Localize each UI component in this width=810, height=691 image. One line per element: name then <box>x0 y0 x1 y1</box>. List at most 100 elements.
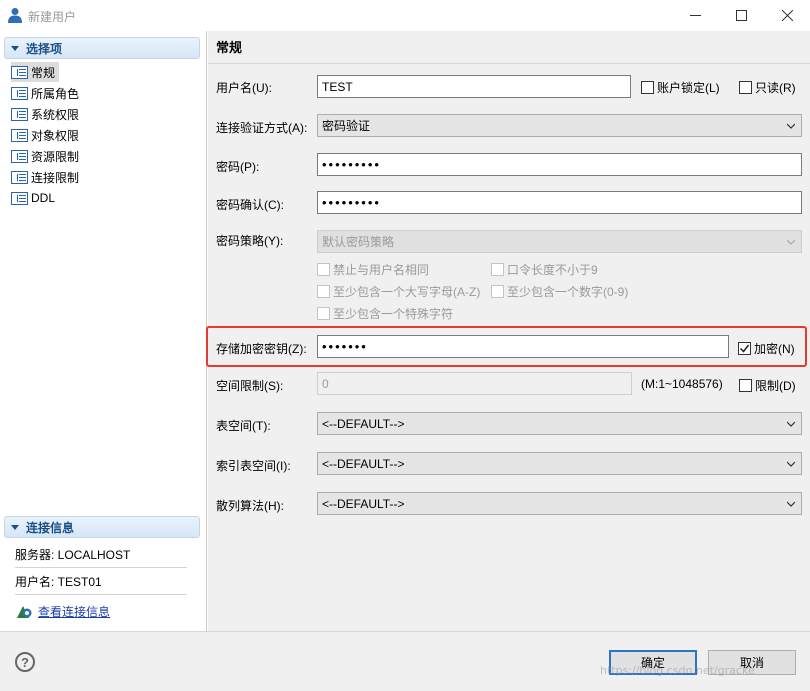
sidebar-item-object-privileges[interactable]: 对象权限 <box>11 125 79 145</box>
policy-uppercase-checkbox[interactable]: 至少包含一个大写字母(A-Z) <box>317 283 480 300</box>
checkbox-box <box>491 285 504 298</box>
index-tablespace-value: <--DEFAULT--> <box>322 456 405 471</box>
username-value: TEST <box>322 79 353 94</box>
sidebar-item-label: 常规 <box>31 65 56 80</box>
tablespace-select[interactable]: <--DEFAULT--> <box>317 412 802 435</box>
collapse-triangle-icon <box>11 524 19 530</box>
server-info: 服务器: LOCALHOST <box>15 541 187 568</box>
policy-option-label: 禁止与用户名相同 <box>333 263 430 277</box>
username-input[interactable]: TEST <box>317 75 631 98</box>
account-lock-label: 账户锁定(L) <box>657 81 720 95</box>
account-lock-checkbox[interactable]: 账户锁定(L) <box>641 79 720 96</box>
chevron-down-icon <box>787 239 795 245</box>
chevron-down-icon <box>787 421 795 427</box>
checkbox-box <box>317 285 330 298</box>
checkmark-icon <box>739 344 750 353</box>
checkbox-box <box>317 263 330 276</box>
server-info-text: 服务器: LOCALHOST <box>15 547 131 562</box>
sidebar-item-connection-limits[interactable]: 连接限制 <box>11 167 79 187</box>
form-icon <box>11 191 28 205</box>
connection-info-icon <box>17 605 32 618</box>
sidebar-item-roles[interactable]: 所属角色 <box>11 83 79 103</box>
encrypt-checkbox[interactable]: 加密(N) <box>738 340 795 357</box>
options-section-header[interactable]: 选择项 <box>4 37 200 59</box>
checkbox-box <box>641 81 654 94</box>
watermark: https://blog.csdn.net/gracke <box>600 664 755 677</box>
password-policy-select[interactable]: 默认密码策略 <box>317 230 802 253</box>
space-limit-label: 空间限制(S): <box>216 379 284 393</box>
space-limit-input[interactable]: 0 <box>317 372 632 395</box>
collapse-triangle-icon <box>11 45 19 51</box>
sidebar-item-label: 对象权限 <box>31 128 80 143</box>
chevron-down-icon <box>787 501 795 507</box>
password-label: 密码(P): <box>216 160 260 174</box>
checkbox-box <box>317 307 330 320</box>
page-title: 常规 <box>216 40 243 55</box>
username-info: 用户名: TEST01 <box>15 568 187 595</box>
minimize-icon <box>689 15 701 16</box>
policy-min-length-checkbox[interactable]: 口令长度不小于9 <box>491 261 598 278</box>
connection-header-label: 连接信息 <box>26 520 75 535</box>
limit-checkbox[interactable]: 限制(D) <box>739 377 796 394</box>
view-connection-info[interactable]: 查看连接信息 <box>15 603 110 620</box>
user-icon <box>8 8 22 23</box>
password-input[interactable]: ••••••••• <box>317 153 802 176</box>
readonly-checkbox[interactable]: 只读(R) <box>739 79 796 96</box>
tablespace-label: 表空间(T): <box>216 419 271 433</box>
policy-digit-checkbox[interactable]: 至少包含一个数字(0-9) <box>491 283 628 300</box>
maximize-button[interactable] <box>718 0 764 31</box>
confirm-password-input[interactable]: ••••••••• <box>317 191 802 214</box>
help-icon[interactable]: ? <box>15 652 35 672</box>
sidebar-item-ddl[interactable]: DDL <box>11 188 55 208</box>
policy-option-label: 至少包含一个数字(0-9) <box>507 285 629 299</box>
chevron-down-icon <box>787 461 795 467</box>
sidebar-item-label: 连接限制 <box>31 170 80 185</box>
password-value: ••••••••• <box>322 157 381 172</box>
hash-algorithm-label: 散列算法(H): <box>216 499 284 513</box>
policy-no-username-checkbox[interactable]: 禁止与用户名相同 <box>317 261 429 278</box>
tablespace-value: <--DEFAULT--> <box>322 416 405 431</box>
minimize-button[interactable] <box>672 0 718 31</box>
checkbox-box <box>491 263 504 276</box>
policy-option-label: 至少包含一个特殊字符 <box>333 307 454 321</box>
checkbox-box <box>739 81 752 94</box>
checkbox-box <box>739 379 752 392</box>
view-connection-link[interactable]: 查看连接信息 <box>38 603 110 620</box>
encrypt-key-input[interactable]: ••••••• <box>317 335 729 358</box>
auth-method-label: 连接验证方式(A): <box>216 121 308 135</box>
close-button[interactable] <box>764 0 810 31</box>
limit-label: 限制(D) <box>755 379 796 393</box>
confirm-password-value: ••••••••• <box>322 195 381 210</box>
policy-special-char-checkbox[interactable]: 至少包含一个特殊字符 <box>317 305 453 322</box>
index-tablespace-label: 索引表空间(I): <box>216 459 291 473</box>
chevron-down-icon <box>787 123 795 129</box>
sidebar-item-label: 系统权限 <box>31 107 80 122</box>
encrypt-label: 加密(N) <box>754 342 795 356</box>
username-label: 用户名(U): <box>216 81 272 95</box>
window-title: 新建用户 <box>28 10 77 24</box>
close-icon <box>781 10 793 21</box>
password-policy-label: 密码策略(Y): <box>216 234 284 248</box>
sidebar-item-general[interactable]: 常规 <box>11 62 60 82</box>
divider <box>208 63 810 64</box>
sidebar-item-label: 资源限制 <box>31 149 80 164</box>
form-icon <box>11 149 28 163</box>
auth-method-select[interactable]: 密码验证 <box>317 114 802 137</box>
hash-algorithm-select[interactable]: <--DEFAULT--> <box>317 492 802 515</box>
form-icon <box>11 170 28 184</box>
auth-method-value: 密码验证 <box>322 119 371 133</box>
hash-algorithm-value: <--DEFAULT--> <box>322 496 405 511</box>
policy-option-label: 口令长度不小于9 <box>507 263 598 277</box>
maximize-icon <box>735 10 747 21</box>
connection-section-header[interactable]: 连接信息 <box>4 516 200 538</box>
index-tablespace-select[interactable]: <--DEFAULT--> <box>317 452 802 475</box>
encrypt-key-value: ••••••• <box>322 339 368 354</box>
title-bar: 新建用户 <box>0 0 810 31</box>
sidebar-item-resource-limits[interactable]: 资源限制 <box>11 146 79 166</box>
checkbox-box <box>738 342 751 355</box>
policy-option-label: 至少包含一个大写字母(A-Z) <box>333 285 481 299</box>
space-range-text: (M:1~1048576) <box>641 377 723 391</box>
sidebar-item-system-privileges[interactable]: 系统权限 <box>11 104 79 124</box>
form-icon <box>11 65 28 79</box>
space-limit-value: 0 <box>322 376 329 391</box>
